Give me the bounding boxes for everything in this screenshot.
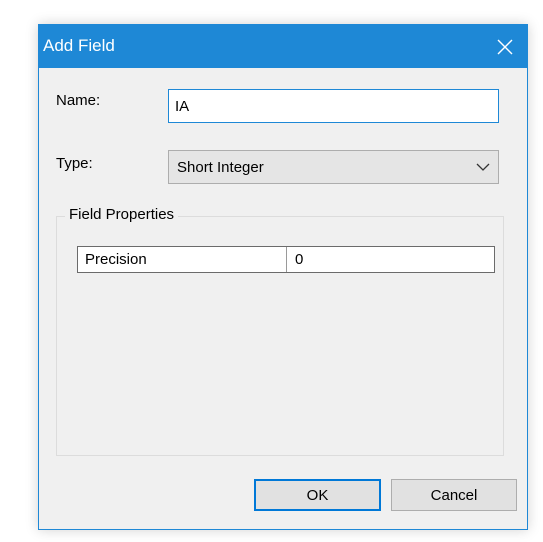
chevron-down-icon: [476, 163, 490, 171]
type-dropdown[interactable]: Short Integer: [168, 150, 499, 184]
precision-value-field[interactable]: 0: [287, 247, 494, 272]
field-properties-legend: Field Properties: [65, 206, 179, 224]
cancel-button[interactable]: Cancel: [391, 479, 517, 511]
ok-button[interactable]: OK: [254, 479, 381, 511]
close-icon: [497, 39, 513, 54]
name-label: Name:: [56, 92, 101, 109]
close-button[interactable]: [483, 25, 527, 68]
property-row-precision: Precision 0: [77, 246, 495, 273]
add-field-dialog: Add Field Name: Type: Short Integer Fiel…: [38, 24, 528, 530]
property-name-cell: Precision: [78, 247, 287, 272]
title-bar[interactable]: Add Field: [39, 25, 527, 68]
window-title: Add Field: [43, 36, 115, 55]
name-field[interactable]: [168, 89, 499, 123]
type-selected-value: Short Integer: [177, 158, 264, 176]
type-label: Type:: [56, 155, 93, 172]
